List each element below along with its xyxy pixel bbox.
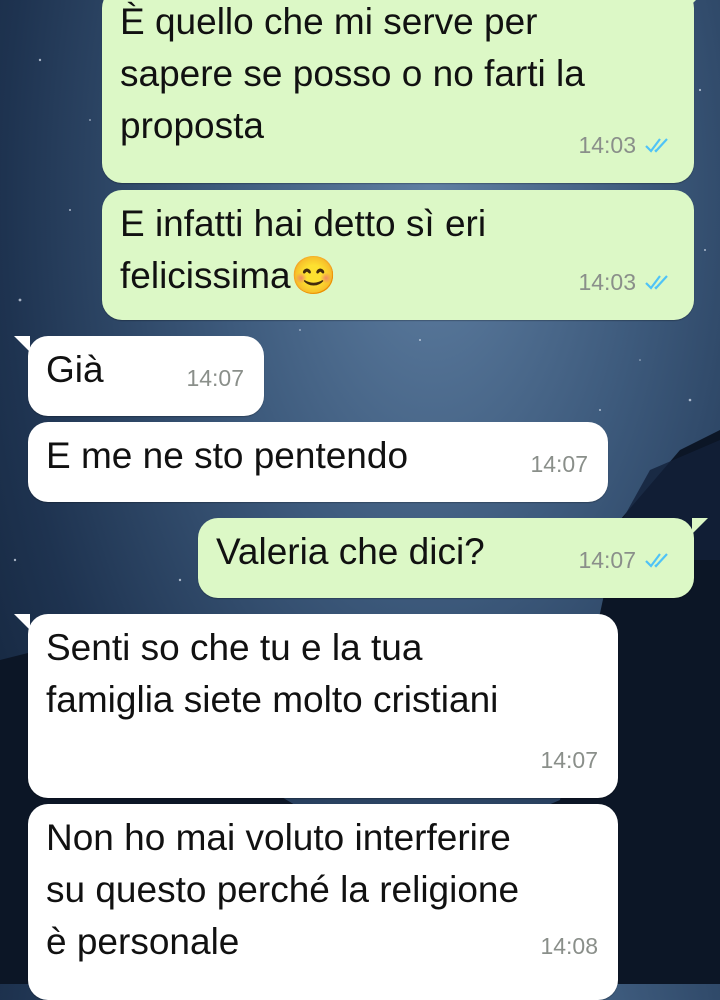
message-text: Non ho mai voluto interferire su questo … — [46, 817, 520, 962]
message-meta: 14:08 — [540, 920, 598, 972]
read-ticks-icon — [645, 138, 668, 153]
message-bubble-incoming[interactable]: Già 14:07 — [14, 336, 264, 416]
message-text: E me ne sto pentendo — [46, 435, 409, 476]
message-meta: 14:03 — [578, 256, 674, 308]
read-ticks-icon — [645, 275, 668, 290]
message-meta: 14:03 — [578, 119, 674, 171]
message-time: 14:03 — [578, 269, 636, 295]
message-bubble-outgoing[interactable]: E infatti hai detto sì eri felicissima😊 … — [102, 190, 694, 320]
message-bubble-incoming[interactable]: Non ho mai voluto interferire su questo … — [28, 804, 618, 1000]
message-time: 14:07 — [186, 365, 244, 391]
message-meta: 14:07 — [540, 734, 598, 786]
smiling-face-emoji: 😊 — [290, 255, 337, 296]
message-meta: 14:07 — [530, 438, 588, 490]
message-meta: 14:07 — [186, 352, 244, 404]
message-time: 14:07 — [530, 451, 588, 477]
message-text: Senti so che tu e la tua famiglia siete … — [46, 627, 499, 720]
message-meta: 14:07 — [578, 534, 674, 586]
message-bubble-outgoing[interactable]: È quello che mi serve per sapere se poss… — [102, 0, 708, 183]
message-bubble-incoming[interactable]: E me ne sto pentendo 14:07 — [28, 422, 608, 502]
message-time: 14:07 — [578, 547, 636, 573]
message-time: 14:03 — [578, 132, 636, 158]
read-ticks-icon — [645, 553, 668, 568]
message-time: 14:07 — [540, 747, 598, 773]
message-time: 14:08 — [540, 933, 598, 959]
message-bubble-outgoing[interactable]: Valeria che dici? 14:07 — [198, 518, 708, 598]
message-bubble-incoming[interactable]: Senti so che tu e la tua famiglia siete … — [14, 614, 618, 798]
